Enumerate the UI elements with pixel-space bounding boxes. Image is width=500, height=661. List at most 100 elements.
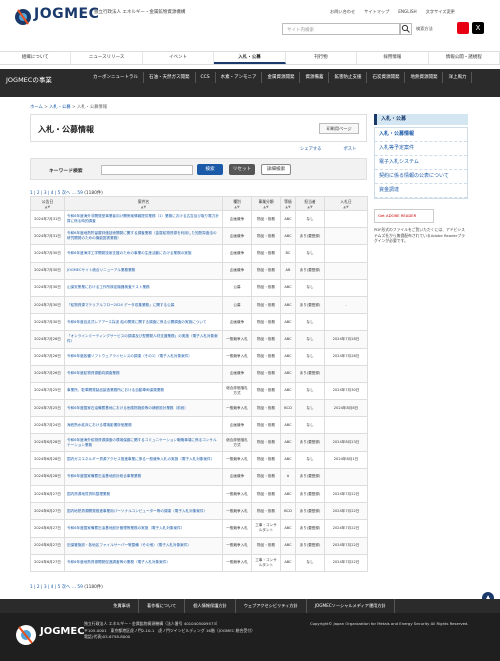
row-title-link[interactable]: 令和6年度国家備蓄石油基地設計管理等業務の実施（電子入札対象案件）	[64, 519, 223, 538]
row-title-link[interactable]: 「鉱物資源マテリアルフロー2024 データ収集業務」に関する公募	[64, 295, 223, 315]
pager-links[interactable]: 1 | 2 | 3 | 4 | 5 次へ … 59	[30, 585, 83, 590]
row-title-link[interactable]: 旧保管施設・各地区ファイルサーバー等整備（その他）（電子入札対象案件）	[64, 536, 223, 555]
side-item-tender-info[interactable]: 入札・公募情報	[375, 128, 467, 142]
topnav-sitemap[interactable]: サイトマップ	[364, 9, 389, 15]
biz-item[interactable]: カーボンニュートラル	[88, 72, 144, 83]
row-category: 工事・コンサルタント	[251, 553, 281, 572]
col-briefing[interactable]: 担当者 ▲▼	[295, 196, 325, 211]
row-bid-date: 2024年7月30日	[324, 381, 368, 401]
col-category[interactable]: 事業分類 ▲▼	[251, 196, 281, 211]
keyword-reset-button[interactable]: リセット	[229, 164, 255, 175]
gnav-publications[interactable]: 刊行物	[286, 52, 358, 64]
pager-bottom[interactable]: 1 | 2 | 3 | 4 | 5 次へ … 59 (1180件)	[30, 584, 103, 590]
row-briefing: あり(要登録)	[295, 433, 325, 452]
row-title-link[interactable]: 令和6年度海外鉱物資源調査の環境保護に関するコミュニケーション戦略事項に係るコン…	[64, 433, 223, 452]
row-title-link[interactable]: 「オンラインミーティングサービスの調達及び型開発人材支援業務」の実施（電子入札対…	[64, 330, 223, 349]
row-title-link[interactable]: 海底熱水鉱床における環境影響評価業務	[64, 416, 223, 435]
breadcrumb-home[interactable]: ホーム	[30, 105, 43, 110]
biz-item[interactable]: 石炭資源開発	[367, 72, 406, 83]
row-title-link[interactable]: 山保安策業における工作所検定機器検査テスト業務	[64, 278, 223, 297]
row-grade: ABC	[280, 553, 296, 572]
side-item-planned[interactable]: 入札等予定案件	[375, 142, 467, 156]
share-row: シェアする ポスト	[300, 146, 356, 152]
biz-item[interactable]: 資源備蓄	[300, 72, 330, 83]
row-type: 一般競争入札	[222, 519, 252, 538]
gnav-disclosure[interactable]: 情報公開・諸規程	[429, 52, 500, 64]
search-method-link[interactable]: 検索方法	[416, 26, 433, 32]
footer-disclaimer[interactable]: 免責事項	[105, 599, 140, 613]
row-title-link[interactable]: 令和6年度海外非開発型事業者向け関係案情報提供業務（1）業務における広告及び取り…	[64, 209, 223, 229]
row-title-link[interactable]: JOGMECサイト統合リニューアル業務業務	[64, 261, 223, 280]
row-title-link[interactable]: 令和6年度地熱資源開発促進調査等の業務（電子入札対象案件）	[64, 553, 223, 572]
row-title-link[interactable]: 国内地熱資源開発推進事業用パーソナルコンピューター等の調達（電子入札対象案件）	[64, 502, 223, 521]
gnav-events[interactable]: イベント	[143, 52, 215, 64]
gnav-news[interactable]: ニュースリリース	[71, 52, 143, 64]
row-bid-date: 2024年7月28日	[324, 347, 368, 366]
gnav-tender[interactable]: 入札・公募	[214, 52, 286, 64]
biz-item[interactable]: 水素・アンモニア	[216, 72, 263, 83]
row-title-link[interactable]: 令和6年度自走式レアアース採泥 船の開発に関する調査に係る公開調査の実施について	[64, 313, 223, 332]
side-item-contract-info[interactable]: 契約に係る情報の公表について	[375, 170, 467, 184]
row-title-link[interactable]: 事業所、駐車開発製品製造業務所における自動車両保険業務	[64, 381, 223, 401]
biz-item[interactable]: 地熱資源開発	[405, 72, 444, 83]
col-bid-date[interactable]: 入札日 ▲▼	[324, 196, 368, 211]
row-grade: BCD	[280, 502, 296, 521]
site-search-button[interactable]	[400, 23, 412, 35]
row-bid-date: 2024年8月8日	[324, 399, 368, 418]
biz-item[interactable]: CCS	[196, 72, 216, 83]
biz-item[interactable]: 金属資源開発	[262, 72, 301, 83]
biz-item[interactable]: 石油・天然ガス開発	[144, 72, 196, 83]
row-title-link[interactable]: 令和6年度各種ソフトウェアライセンスの調達（その1）（電子入札対象案件）	[64, 347, 223, 366]
detail-search-button[interactable]: 詳細検索	[261, 164, 291, 175]
table-row: 2024年7月31日 令和6年度海外非開発型事業者向け関係案情報提供業務（1）業務…	[30, 209, 368, 229]
topnav-english[interactable]: ENGLISH	[398, 9, 416, 15]
side-item-e-bidding[interactable]: 電子入札システム	[375, 156, 467, 170]
col-grade[interactable]: 等級 ▲▼	[280, 196, 296, 211]
col-title[interactable]: 案件名 ▲▼	[64, 196, 223, 211]
row-bid-date: 2024年8月1日	[324, 450, 368, 469]
col-date[interactable]: 公告日 ▲▼	[30, 196, 65, 211]
org-name: 独立行政法人 エネルギー・金属鉱物資源機構	[94, 10, 186, 15]
gnav-about[interactable]: 組織について	[0, 52, 72, 64]
footer-copyright[interactable]: 著作権について	[139, 599, 186, 613]
keyword-input[interactable]	[101, 165, 193, 175]
row-title-link[interactable]: 令和6年度地熱貯留層評価技術開発に関する調査業務（金属鉱物資源を利用した知熱探査…	[64, 227, 223, 246]
table-row: 2024年7月30日 令和6年度自走式レアアース採泥 船の開発に関する調査に係る公…	[30, 313, 368, 332]
logo-text[interactable]: JOGMEC	[34, 6, 99, 22]
site-search-input[interactable]: サイト内検索	[282, 23, 400, 35]
breadcrumb-tender[interactable]: 入札・公募	[49, 105, 70, 110]
print-button[interactable]: 印刷用ページ	[319, 123, 359, 134]
post-button[interactable]: ポスト	[343, 146, 356, 152]
pager-count: (1180件)	[84, 585, 103, 590]
youtube-icon[interactable]	[457, 22, 469, 34]
gnav-recruit[interactable]: 採用情報	[357, 52, 429, 64]
row-title-link[interactable]: 国内資源地質資料整理業務	[64, 484, 223, 504]
biz-item[interactable]: 鉱害防止支援	[329, 72, 368, 83]
row-title-link[interactable]: 令和6年度国家備蓄石油基地設計総合事業業務	[64, 467, 223, 487]
topnav-contact[interactable]: お問い合わせ	[330, 9, 355, 15]
footer-logo-text[interactable]: JOGMEC	[40, 626, 85, 637]
share-button[interactable]: シェアする	[300, 146, 321, 152]
side-item-funding[interactable]: 資金調達	[375, 184, 467, 198]
topnav-font-size[interactable]: 文字サイズ変更	[426, 9, 455, 15]
row-title-link[interactable]: 令和6年度国家石油備蓄基地における危険物施設等の補修設計業務（前段）	[64, 399, 223, 418]
business-title[interactable]: JOGMECの事業	[6, 74, 52, 84]
side-nav: 入札・公募 入札・公募情報 入札等予定案件 電子入札システム 契約に係る情報の公…	[374, 114, 468, 244]
footer-privacy[interactable]: 個人情報保護方針	[185, 599, 236, 613]
row-grade: ABC	[280, 209, 296, 229]
row-title-link[interactable]: 国内ガスエネルギー資源アクセス推進事業に係る一般競争入札の実施（電子入札対象案件…	[64, 450, 223, 469]
footer-social-policy[interactable]: JOGMECソーシャルメディア運用方針	[307, 599, 395, 613]
adobe-reader-banner[interactable]: Get ADOBE READER	[374, 209, 434, 223]
table-row: 2024年7月31日 令和6年度地熱貯留層評価技術開発に関する調査業務（金属鉱物資…	[30, 227, 368, 246]
footer-logo-icon[interactable]	[14, 623, 38, 647]
side-nav-head[interactable]: 入札・公募	[374, 114, 468, 125]
row-grade: ABC	[280, 313, 296, 332]
biz-item[interactable]: 洋上風力	[443, 72, 473, 83]
col-type[interactable]: 種別 ▲▼	[222, 196, 252, 211]
row-title-link[interactable]: 令和6年度海洋工学開発技術支援のための事業の生産活動における業務の実施	[64, 244, 223, 263]
keyword-search-button[interactable]: 検索	[197, 164, 223, 175]
row-grade: ABC	[280, 295, 296, 315]
x-icon[interactable]: X	[472, 22, 484, 34]
row-title-link[interactable]: 令和6年度鉱物資源動向調査業務	[64, 364, 223, 383]
footer-accessibility[interactable]: ウェブアクセシビリティ方針	[236, 599, 307, 613]
